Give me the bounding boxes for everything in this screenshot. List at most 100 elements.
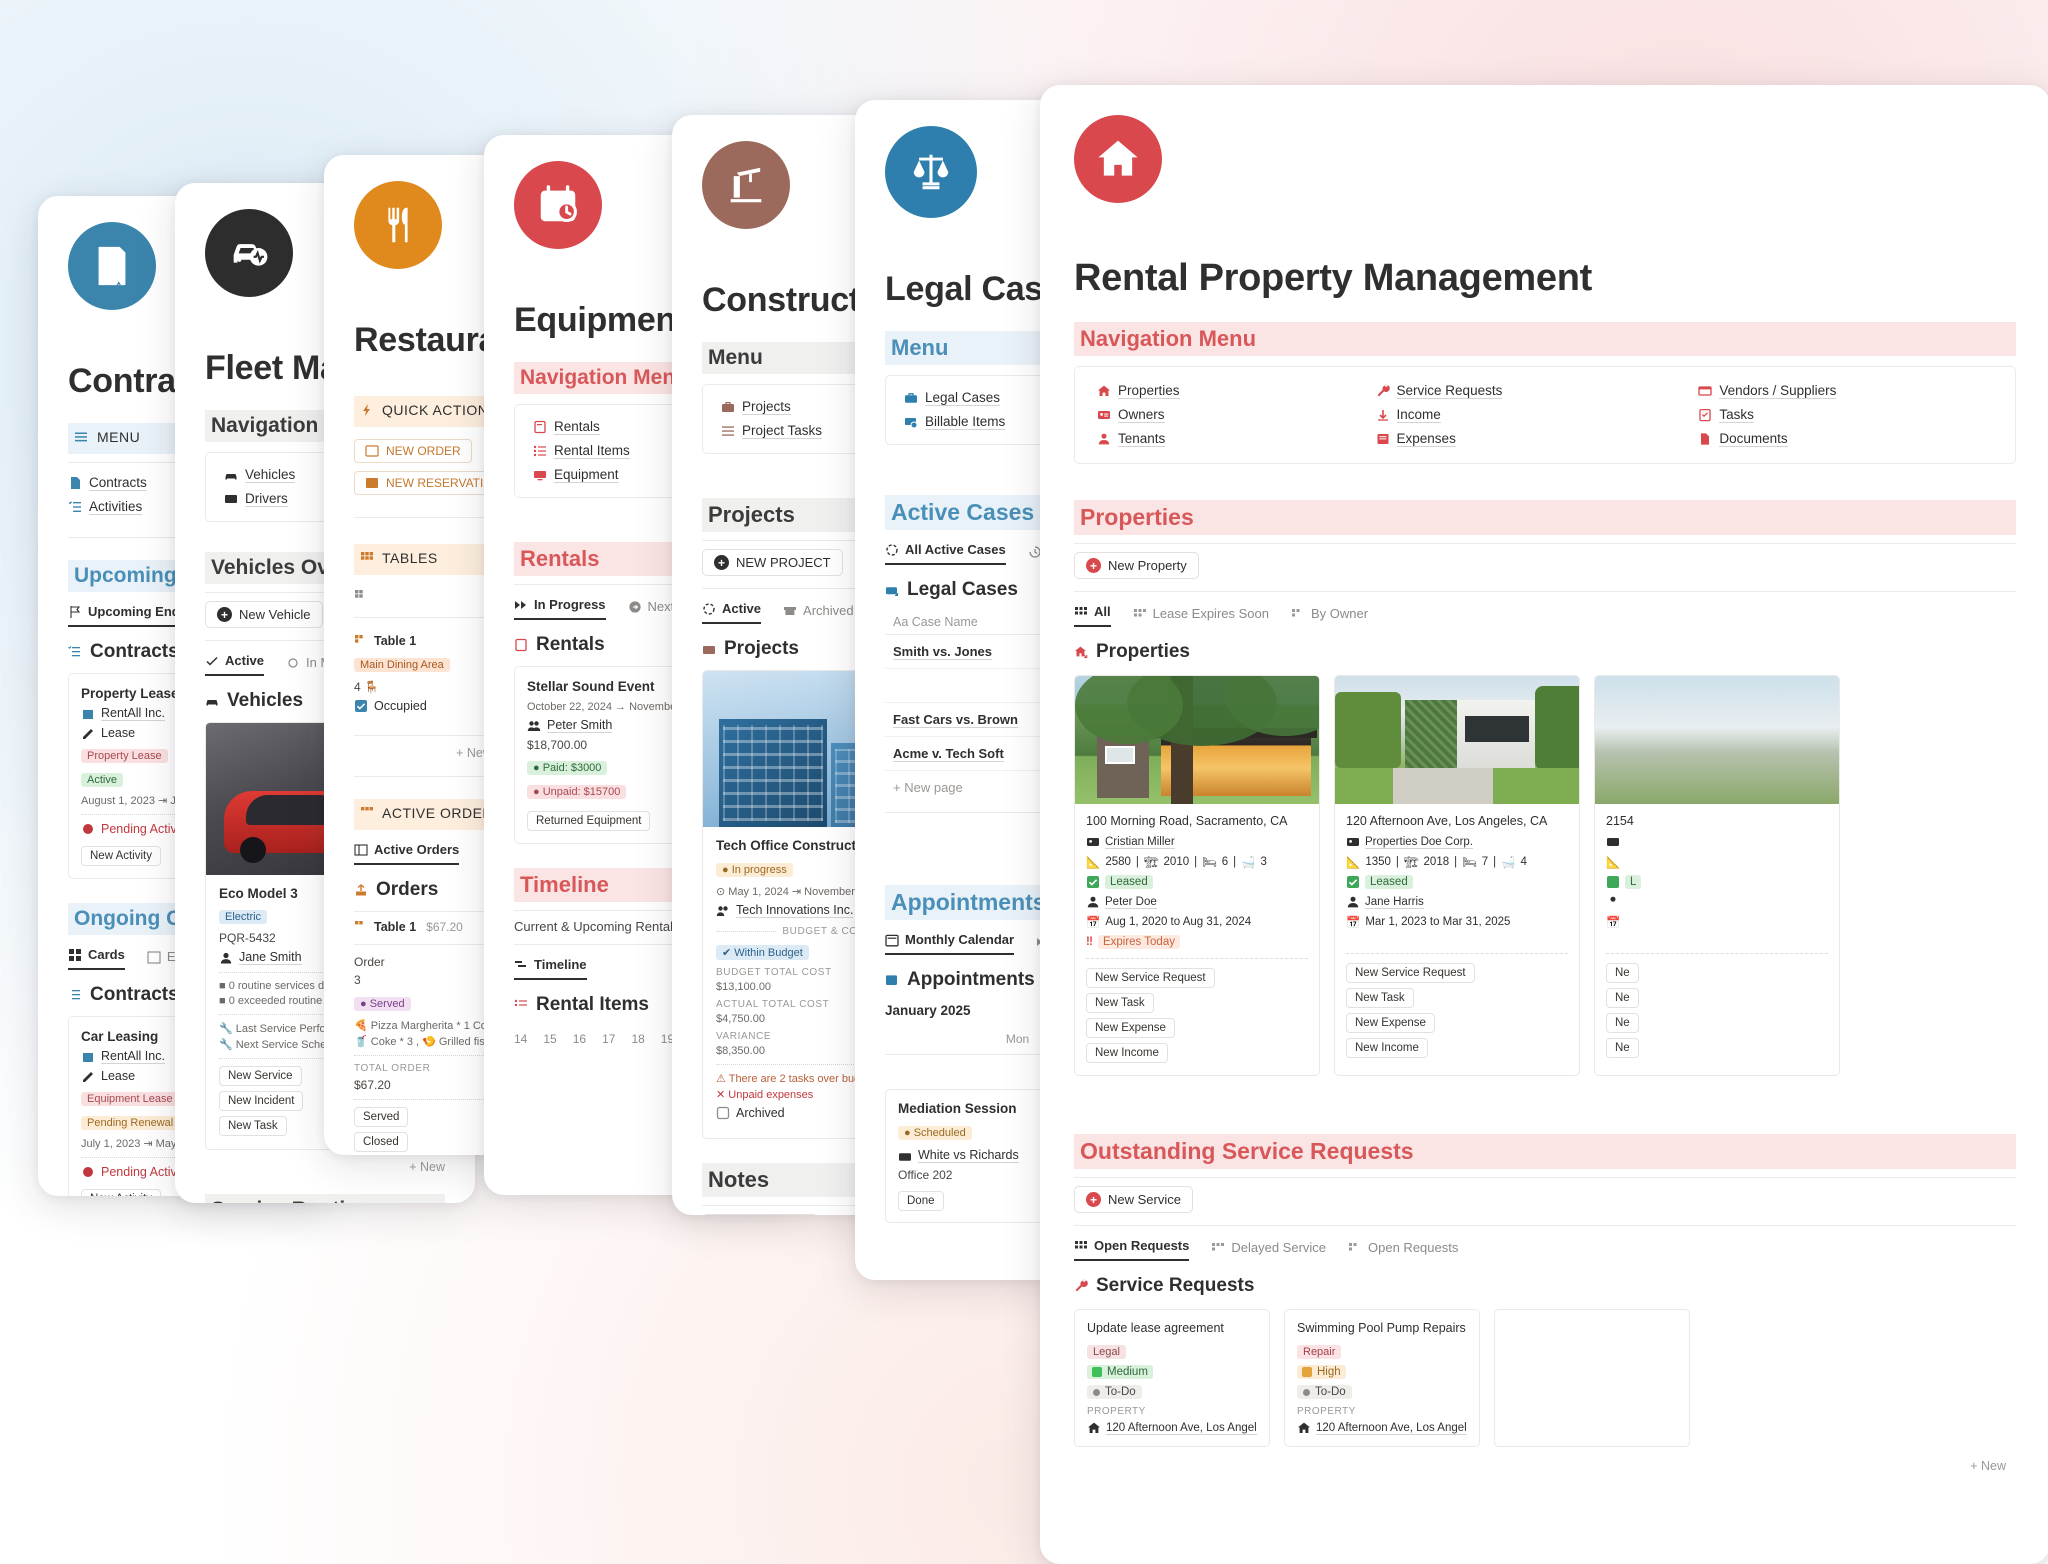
service-tabs[interactable]: Open Requests Delayed Service Open Reque… (1074, 1238, 2016, 1261)
sidebar-item-owners[interactable]: Owners (1097, 407, 1180, 423)
plus-icon-red: + (1086, 558, 1101, 573)
sidebar-item-documents[interactable]: Documents (1698, 431, 1836, 447)
new-task-button[interactable]: Ne (1606, 988, 1639, 1008)
property-specs: 📐 (1606, 857, 1621, 869)
sidebar-item-service-requests[interactable]: Service Requests (1376, 383, 1503, 399)
sr-priority: High (1297, 1365, 1346, 1379)
new-activity-button-2[interactable]: New Activity (81, 1189, 161, 1196)
card-rental-property-management[interactable]: Rental Property Management Navigation Me… (1040, 85, 2048, 1564)
new-incident-button[interactable]: New Incident (219, 1091, 304, 1111)
sr-property: 120 Afternoon Ave, Los Angeles, CA (1087, 1421, 1257, 1435)
person-icon-2 (1097, 432, 1111, 446)
new-vehicle-row[interactable]: + New (205, 1160, 445, 1174)
property-specs: 📐 1350 | 🏗 2018 | 🛏 7 | 🛁 4 (1346, 856, 1527, 869)
fleet-logo-icon (205, 209, 293, 297)
new-income-button[interactable]: New Income (1086, 1043, 1168, 1063)
equipment-logo-icon (514, 161, 602, 249)
checkbox-icon (354, 699, 368, 713)
grid-dots-icon-4 (1074, 1239, 1088, 1253)
new-note-button[interactable]: + NEW NOTE (702, 1214, 819, 1215)
tab-lease-expires-soon[interactable]: Lease Expires Soon (1133, 606, 1269, 627)
properties-card-list: 100 Morning Road, Sacramento, CA Cristia… (1074, 675, 2016, 1076)
properties-tabs[interactable]: All Lease Expires Soon By Owner (1074, 604, 2016, 627)
new-reservation-icon (365, 476, 379, 490)
appointments-db-icon (885, 973, 899, 987)
grid-dots-icon-2 (1133, 607, 1147, 621)
grid-dots-icon (1074, 605, 1088, 619)
new-order-button[interactable]: NEW ORDER (354, 439, 472, 463)
new-vehicle-button[interactable]: + New Vehicle (205, 601, 323, 628)
returned-equipment-button[interactable]: Returned Equipment (527, 811, 651, 831)
grid-small-icon (354, 589, 368, 603)
property-lease-status: Leased (1346, 875, 1568, 889)
appointment-status-tag: ● Scheduled (898, 1126, 972, 1140)
tab-open-requests-2[interactable]: Open Requests (1348, 1240, 1458, 1261)
sidebar-item-tasks[interactable]: Tasks (1698, 407, 1836, 423)
new-property-button[interactable]: + New Property (1074, 552, 1199, 579)
sidebar-item-expenses[interactable]: Expenses (1376, 431, 1503, 447)
divider (1074, 591, 2016, 592)
car-icon (224, 468, 238, 482)
new-activity-button[interactable]: New Activity (81, 846, 161, 866)
rental-paid-tag: ● Paid: $3000 (527, 761, 608, 775)
served-button[interactable]: Served (354, 1107, 409, 1127)
new-task-button[interactable]: New Task (1346, 988, 1414, 1008)
new-service-button[interactable]: + New Service (1074, 1186, 1193, 1213)
sidebar-item-tenants[interactable]: Tenants (1097, 431, 1180, 447)
property-card[interactable]: 120 Afternoon Ave, Los Angeles, CA Prope… (1334, 675, 1580, 1076)
sidebar-item-vendors[interactable]: Vendors / Suppliers (1698, 383, 1837, 399)
col-case-name: Aa Case Name (885, 609, 1055, 635)
new-income-button[interactable]: Ne (1606, 1038, 1639, 1058)
service-requests-header: Outstanding Service Requests (1074, 1134, 2016, 1169)
new-project-button[interactable]: + NEW PROJECT (702, 549, 843, 576)
checklist-icon (68, 500, 82, 514)
construction-logo-icon (702, 141, 790, 229)
new-expense-button[interactable]: Ne (1606, 1013, 1639, 1033)
new-service-request-button[interactable]: New Service Request (1346, 963, 1475, 983)
owner-icon-3 (1606, 835, 1620, 849)
sr-title: Update lease agreement (1087, 1321, 1224, 1335)
new-service-button[interactable]: New Service (219, 1066, 302, 1086)
property-address: 120 Afternoon Ave, Los Angeles, CA (1346, 814, 1548, 828)
service-requests-db-title: Service Requests (1074, 1275, 2016, 1297)
new-task-button[interactable]: New Task (1086, 993, 1154, 1013)
property-lease-dates: 📅 Aug 1, 2020 to Aug 31, 2024 (1086, 916, 1252, 929)
new-expense-button[interactable]: New Expense (1346, 1013, 1435, 1033)
closed-button[interactable]: Closed (354, 1132, 408, 1152)
property-lease-dates: 📅 Mar 1, 2023 to Mar 31, 2025 (1346, 916, 1511, 929)
tab-monthly-calendar[interactable]: Monthly Calendar (885, 932, 1015, 955)
new-service-request-button[interactable]: New Service Request (1086, 968, 1215, 988)
tab-active-projects[interactable]: Active (702, 601, 762, 624)
tab-timeline[interactable]: Timeline (514, 957, 587, 980)
service-request-card[interactable]: Update lease agreement Legal Medium To-D… (1074, 1309, 1270, 1447)
tab-upcoming-end[interactable]: Upcoming End (68, 604, 180, 627)
tab-active[interactable]: Active (205, 653, 265, 676)
sidebar-item-income[interactable]: Income (1376, 407, 1503, 423)
new-task-button[interactable]: New Task (219, 1116, 287, 1136)
tab-all-properties[interactable]: All (1074, 604, 1111, 627)
service-request-card[interactable] (1494, 1309, 1690, 1447)
service-request-card[interactable]: Swimming Pool Pump Repairs Repair High T… (1284, 1309, 1480, 1447)
sidebar-item-properties[interactable]: Properties (1097, 383, 1180, 399)
tab-in-progress[interactable]: In Progress (514, 597, 606, 620)
tab-by-owner[interactable]: By Owner (1291, 606, 1368, 627)
tab-delayed-service[interactable]: Delayed Service (1211, 1240, 1326, 1261)
service-new-row[interactable]: + New (1074, 1459, 2016, 1473)
new-service-request-button[interactable]: Ne (1606, 963, 1639, 983)
tab-archived[interactable]: Archived (783, 603, 854, 624)
tab-all-active-cases[interactable]: All Active Cases (885, 542, 1006, 565)
tab-cards[interactable]: Cards (68, 947, 125, 970)
new-expense-button[interactable]: New Expense (1086, 1018, 1175, 1038)
tab-active-orders[interactable]: Active Orders (354, 842, 460, 865)
property-specs: 📐 2580 | 🏗 2010 | 🛏 6 | 🛁 3 (1086, 856, 1267, 869)
wrench-icon (286, 656, 300, 670)
orders-grid-icon (360, 806, 374, 820)
new-income-button[interactable]: New Income (1346, 1038, 1428, 1058)
order-status-tag: ● Served (354, 997, 411, 1011)
done-button[interactable]: Done (898, 1191, 944, 1211)
tab-open-requests[interactable]: Open Requests (1074, 1238, 1190, 1261)
rentals-db-icon (514, 638, 528, 652)
tasks-icon (721, 424, 735, 438)
property-card[interactable]: 100 Morning Road, Sacramento, CA Cristia… (1074, 675, 1320, 1076)
property-card[interactable]: 2154 📐 L 📅 Ne Ne Ne Ne (1594, 675, 1840, 1076)
